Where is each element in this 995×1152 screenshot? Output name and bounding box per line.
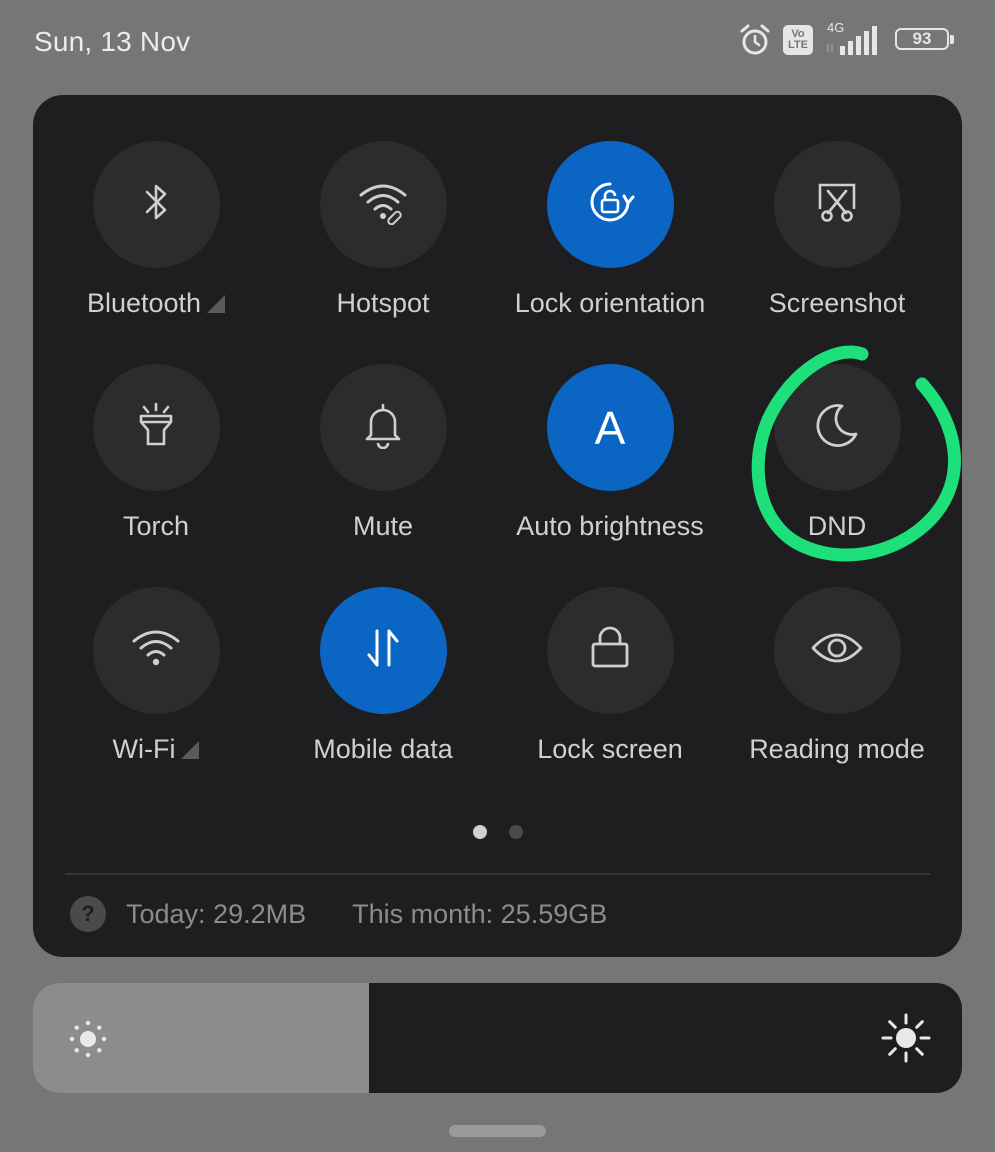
tile-label: Reading mode: [749, 734, 925, 765]
battery-icon: 93: [895, 26, 957, 54]
tile-label: Lock screen: [537, 734, 683, 765]
tile-label: Bluetooth: [86, 288, 226, 319]
tile-label: Torch: [123, 511, 189, 542]
tile-torch[interactable]: Torch: [43, 364, 269, 574]
status-date: Sun, 13 Nov: [34, 26, 191, 57]
brightness-slider[interactable]: [33, 983, 962, 1093]
status-bar: Sun, 13 Nov Vo LTE 4G 93: [0, 0, 995, 90]
tile-lock-orientation[interactable]: Lock orientation: [497, 141, 723, 351]
tile-label: Screenshot: [769, 288, 906, 319]
bluetooth-toggle[interactable]: [92, 141, 220, 268]
screenshot-icon: [814, 179, 860, 230]
tile-label-text: Hotspot: [336, 288, 430, 318]
tile-mute[interactable]: Mute: [270, 364, 496, 574]
page-indicator: [33, 825, 962, 839]
hotspot-icon: [355, 179, 411, 230]
battery-tip: [950, 35, 954, 44]
tile-label-text: Wi-Fi: [112, 734, 176, 764]
tile-label: Hotspot: [336, 288, 429, 319]
status-icons: Vo LTE 4G 93: [737, 20, 957, 58]
more-options-icon: [181, 740, 200, 759]
tile-mobile-data[interactable]: Mobile data: [270, 587, 496, 797]
dnd-toggle[interactable]: [773, 364, 901, 491]
alarm-icon: [737, 22, 773, 58]
bell-icon: [361, 401, 405, 454]
auto-brightness-icon: A: [594, 401, 626, 454]
tile-hotspot[interactable]: Hotspot: [270, 141, 496, 351]
tile-bluetooth[interactable]: Bluetooth: [43, 141, 269, 351]
wifi-icon: [130, 627, 182, 674]
divider: [65, 873, 930, 875]
moon-icon: [812, 400, 862, 455]
help-icon[interactable]: ?: [70, 896, 106, 932]
tile-lock-screen[interactable]: Lock screen: [497, 587, 723, 797]
tile-label-text: Mute: [352, 511, 414, 541]
mobile-data-icon: [363, 625, 403, 676]
more-options-icon: [207, 294, 226, 313]
tile-auto-brightness[interactable]: A Auto brightness: [497, 364, 723, 574]
tile-label: Lock orientation: [515, 288, 706, 319]
tile-wifi[interactable]: Wi-Fi: [43, 587, 269, 797]
tile-dnd[interactable]: DND: [724, 364, 950, 574]
mobile-data-toggle[interactable]: [319, 587, 447, 714]
signal-icon: 4G: [823, 20, 885, 58]
tile-label-text: Mobile data: [313, 734, 453, 764]
lock-orientation-toggle[interactable]: [546, 141, 674, 268]
eye-icon: [809, 628, 865, 673]
brightness-low-icon: [67, 1018, 109, 1065]
usage-today: Today: 29.2MB: [126, 898, 307, 929]
wifi-toggle[interactable]: [92, 587, 220, 714]
battery-level: 93: [912, 29, 932, 48]
lock-screen-button[interactable]: [546, 587, 674, 714]
padlock-icon: [588, 624, 632, 677]
tile-label: DND: [808, 511, 867, 542]
tile-label-text: Screenshot: [768, 288, 906, 318]
home-gesture-handle[interactable]: [449, 1125, 546, 1137]
quick-settings-panel: Bluetooth Hotspot Lock orientation Scree…: [33, 95, 962, 957]
data-usage-row[interactable]: ? Today: 29.2MB This month: 25.59GB: [70, 896, 607, 932]
tile-label-text: Lock orientation: [514, 288, 706, 318]
volte-bottom-text: LTE: [788, 39, 808, 51]
tile-screenshot[interactable]: Screenshot: [724, 141, 950, 351]
lock-rotation-icon: [582, 174, 638, 235]
bluetooth-icon: [136, 180, 176, 229]
torch-icon: [133, 400, 179, 455]
battery-body: 93: [895, 28, 949, 50]
torch-toggle[interactable]: [92, 364, 220, 491]
tile-label-text: DND: [807, 511, 867, 541]
hotspot-toggle[interactable]: [319, 141, 447, 268]
usage-month: This month: 25.59GB: [352, 898, 608, 929]
mute-toggle[interactable]: [319, 364, 447, 491]
tile-label: Auto brightness: [516, 511, 704, 542]
tile-reading-mode[interactable]: Reading mode: [724, 587, 950, 797]
auto-brightness-toggle[interactable]: A: [546, 364, 674, 491]
tile-label-text: Torch: [122, 511, 190, 541]
tile-label: Mute: [353, 511, 413, 542]
tile-label-text: Auto brightness: [516, 511, 704, 541]
volte-icon: Vo LTE: [783, 25, 813, 55]
tile-label-text: Reading mode: [749, 734, 925, 764]
brightness-high-icon: [880, 1012, 932, 1069]
tile-label-text: Lock screen: [537, 734, 683, 764]
page-dot-1[interactable]: [472, 825, 487, 839]
tile-label: Mobile data: [313, 734, 453, 765]
page-dot-2[interactable]: [508, 825, 523, 839]
screenshot-button[interactable]: [773, 141, 901, 268]
tile-label-text: Bluetooth: [86, 288, 202, 318]
reading-mode-toggle[interactable]: [773, 587, 901, 714]
tile-label: Wi-Fi: [113, 734, 200, 765]
